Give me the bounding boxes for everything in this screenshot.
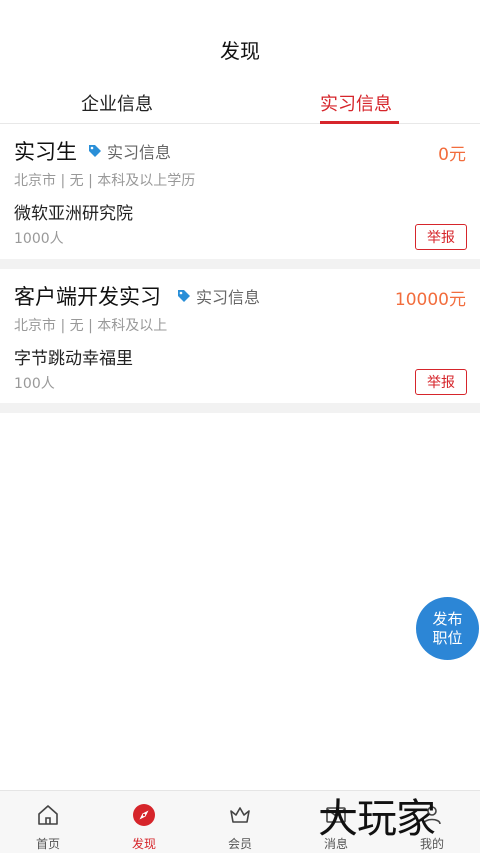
job-title: 客户端开发实习: [14, 285, 161, 309]
company-name: 微软亚洲研究院: [14, 204, 133, 224]
job-tag-label: 实习信息: [107, 143, 172, 162]
job-meta: 北京市 | 无 | 本科及以上: [14, 318, 168, 334]
nav-home[interactable]: 首页: [0, 791, 96, 853]
active-tab-indicator: [320, 121, 399, 124]
nav-discover[interactable]: 发现: [96, 791, 192, 853]
job-salary: 10000元: [394, 290, 466, 310]
compass-icon: [133, 804, 155, 826]
report-button[interactable]: 举报: [415, 224, 467, 250]
company-name: 字节跳动幸福里: [14, 349, 133, 369]
post-job-label-line1: 发布: [432, 609, 463, 628]
company-size: 1000人: [14, 231, 64, 247]
watermark-logo: 大玩家: [318, 796, 436, 842]
job-card[interactable]: 实习生 实习信息 0元 北京市 | 无 | 本科及以上学历 微软亚洲研究院 10…: [0, 125, 480, 259]
job-card[interactable]: 客户端开发实习 实习信息 10000元 北京市 | 无 | 本科及以上 字节跳动…: [0, 269, 480, 403]
card-divider: [0, 403, 480, 413]
nav-member-label: 会员: [227, 837, 252, 851]
tab-internship-info[interactable]: 实习信息: [320, 90, 392, 116]
job-salary: 0元: [438, 145, 466, 165]
post-job-button[interactable]: 发布 职位: [416, 597, 479, 660]
tag-icon: [89, 145, 101, 157]
nav-discover-label: 发现: [131, 837, 156, 851]
job-title: 实习生: [14, 140, 77, 164]
job-meta: 北京市 | 无 | 本科及以上学历: [14, 173, 196, 189]
tag-icon: [178, 290, 190, 302]
app-header: 发现: [0, 0, 480, 88]
home-icon: [38, 805, 58, 825]
nav-home-label: 首页: [35, 837, 60, 851]
report-button[interactable]: 举报: [415, 369, 467, 395]
tab-company-info[interactable]: 企业信息: [81, 90, 153, 116]
company-size: 100人: [14, 376, 55, 392]
category-tabs: 企业信息 实习信息: [0, 88, 480, 124]
nav-member[interactable]: 会员: [192, 791, 288, 853]
job-tag-label: 实习信息: [196, 288, 261, 307]
crown-icon: [230, 807, 250, 823]
card-divider: [0, 259, 480, 269]
job-tag: 实习信息: [177, 284, 260, 308]
post-job-label-line2: 职位: [432, 628, 463, 647]
page-title: 发现: [220, 38, 260, 63]
job-tag: 实习信息: [88, 139, 171, 163]
